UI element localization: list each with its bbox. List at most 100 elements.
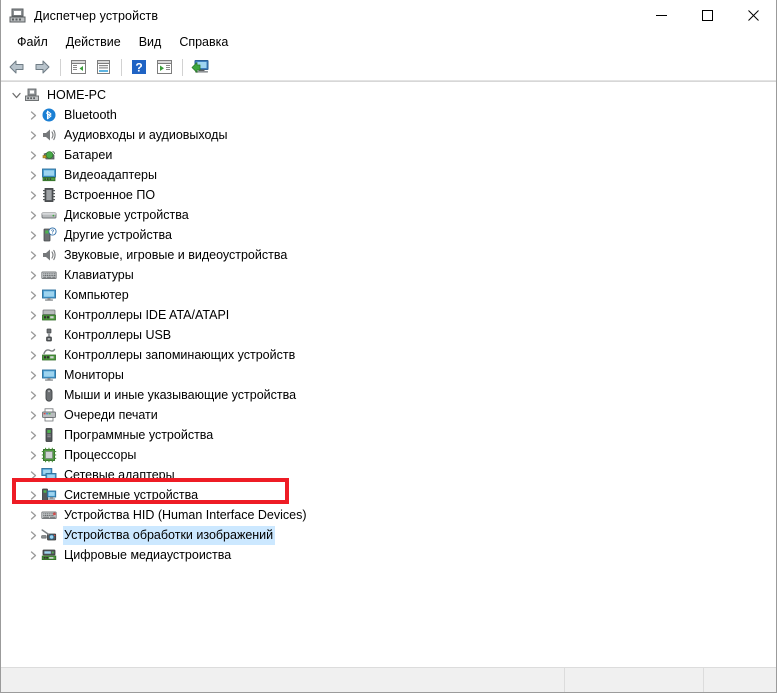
chevron-right-icon[interactable] (25, 487, 41, 503)
device-tree-pane[interactable]: HOME-PC Bluetooth Аудиовходы и аудиовыхо… (1, 81, 776, 667)
tree-item-label: Сетевые адаптеры (64, 467, 175, 482)
caption-buttons (638, 0, 776, 31)
chevron-right-icon[interactable] (25, 247, 41, 263)
tree-row-other-devices[interactable]: ? Другие устройства (1, 225, 776, 245)
tree-row-root[interactable]: HOME-PC (1, 85, 776, 105)
title-bar: Диспетчер устройств (1, 0, 776, 31)
update-driver-icon (191, 60, 208, 73)
computer-icon (41, 287, 57, 303)
show-hide-console-tree-button[interactable] (66, 56, 90, 78)
tree-row-network-adapters[interactable]: Сетевые адаптеры (1, 465, 776, 485)
chevron-right-icon[interactable] (25, 167, 41, 183)
disk-drive-icon (41, 207, 57, 223)
battery-icon (41, 147, 57, 163)
tree-item-label: Очереди печати (64, 407, 158, 422)
chevron-right-icon[interactable] (25, 447, 41, 463)
tree-row-processors[interactable]: Процессоры (1, 445, 776, 465)
chevron-right-icon[interactable] (25, 187, 41, 203)
tree-item-label: Контроллеры IDE ATA/ATAPI (64, 307, 230, 322)
help-button[interactable]: ? (127, 56, 151, 78)
chevron-right-icon[interactable] (25, 407, 41, 423)
sound-video-game-icon (41, 247, 57, 263)
scan-hardware-changes-button[interactable] (152, 56, 176, 78)
chevron-right-icon[interactable] (25, 347, 41, 363)
digital-media-icon (41, 547, 57, 563)
tree-row-system-devices[interactable]: Системные устройства (1, 485, 776, 505)
menu-view[interactable]: Вид (130, 32, 171, 53)
chevron-right-icon[interactable] (25, 547, 41, 563)
update-driver-button[interactable] (188, 56, 212, 78)
tree-root-label: HOME-PC (47, 87, 107, 102)
chevron-right-icon[interactable] (25, 507, 41, 523)
chevron-right-icon[interactable] (25, 527, 41, 543)
tree-item-label: Звуковые, игровые и видеоустройства (64, 247, 288, 262)
chevron-right-icon[interactable] (25, 207, 41, 223)
tree-row-bluetooth[interactable]: Bluetooth (1, 105, 776, 125)
chevron-right-icon[interactable] (25, 127, 41, 143)
firmware-icon (41, 187, 57, 203)
menu-help[interactable]: Справка (170, 32, 237, 53)
chevron-right-icon[interactable] (25, 307, 41, 323)
chevron-right-icon[interactable] (25, 427, 41, 443)
tree-row-usb-controllers[interactable]: Контроллеры USB (1, 325, 776, 345)
tree-row-imaging-devices[interactable]: Устройства обработки изображений (1, 525, 776, 545)
status-cell-end (703, 668, 776, 692)
tree-row-display-adapters[interactable]: Видеоадаптеры (1, 165, 776, 185)
maximize-button[interactable] (684, 0, 730, 31)
tree-item-label: Контроллеры запоминающих устройств (64, 347, 296, 362)
tree-row-keyboards[interactable]: Клавиатуры (1, 265, 776, 285)
tree-row-digital-media-devices[interactable]: Цифровые медиаустроиства (1, 545, 776, 565)
network-adapter-icon (41, 467, 57, 483)
tree-row-ide-controllers[interactable]: Контроллеры IDE ATA/ATAPI (1, 305, 776, 325)
hid-device-icon (41, 507, 57, 523)
menu-action[interactable]: Действие (57, 32, 130, 53)
tree-item-label: Встроенное ПО (64, 187, 156, 202)
computer-root-icon (24, 87, 40, 103)
back-button[interactable] (5, 56, 29, 78)
tree-row-software-devices[interactable]: Программные устройства (1, 425, 776, 445)
menu-file[interactable]: Файл (8, 32, 57, 53)
other-devices-icon: ? (41, 227, 57, 243)
chevron-down-icon[interactable] (8, 87, 24, 103)
chevron-right-icon[interactable] (25, 387, 41, 403)
forward-button[interactable] (30, 56, 54, 78)
tree-row-computer[interactable]: Компьютер (1, 285, 776, 305)
tree-item-label: Мониторы (64, 367, 124, 382)
tree-row-hid-devices[interactable]: Устройства HID (Human Interface Devices) (1, 505, 776, 525)
software-device-icon (41, 427, 57, 443)
minimize-button[interactable] (638, 0, 684, 31)
display-adapter-icon (41, 167, 57, 183)
chevron-right-icon[interactable] (25, 147, 41, 163)
tree-item-label: Компьютер (64, 287, 129, 302)
properties-button[interactable] (91, 56, 115, 78)
tree-item-label: Цифровые медиаустроиства (64, 547, 232, 562)
tree-row-disk-drives[interactable]: Дисковые устройства (1, 205, 776, 225)
chevron-right-icon[interactable] (25, 267, 41, 283)
device-manager-icon (9, 7, 26, 24)
tree-item-label: Bluetooth (64, 107, 117, 122)
close-button[interactable] (730, 0, 776, 31)
monitor-icon (41, 367, 57, 383)
tree-row-firmware[interactable]: Встроенное ПО (1, 185, 776, 205)
tree-row-print-queues[interactable]: Очереди печати (1, 405, 776, 425)
chevron-right-icon[interactable] (25, 227, 41, 243)
tree-row-monitors[interactable]: Мониторы (1, 365, 776, 385)
toolbar-separator (60, 58, 61, 76)
tree-row-mice[interactable]: Мыши и иные указывающие устройства (1, 385, 776, 405)
chevron-right-icon[interactable] (25, 327, 41, 343)
tree-row-storage-controllers[interactable]: Контроллеры запоминающих устройств (1, 345, 776, 365)
chevron-right-icon[interactable] (25, 287, 41, 303)
tree-row-sound-video-game[interactable]: Звуковые, игровые и видеоустройства (1, 245, 776, 265)
tree-item-label: Другие устройства (64, 227, 172, 242)
chevron-right-icon[interactable] (25, 367, 41, 383)
usb-controller-icon (41, 327, 57, 343)
minimize-icon (655, 15, 667, 16)
chevron-right-icon[interactable] (25, 467, 41, 483)
tree-row-audio-io[interactable]: Аудиовходы и аудиовыходы (1, 125, 776, 145)
back-arrow-icon (9, 60, 24, 74)
toolbar-separator (121, 58, 122, 76)
chevron-right-icon[interactable] (25, 107, 41, 123)
show-hide-console-tree-icon (70, 60, 86, 74)
status-cell-middle (564, 668, 703, 692)
tree-row-batteries[interactable]: Батареи (1, 145, 776, 165)
